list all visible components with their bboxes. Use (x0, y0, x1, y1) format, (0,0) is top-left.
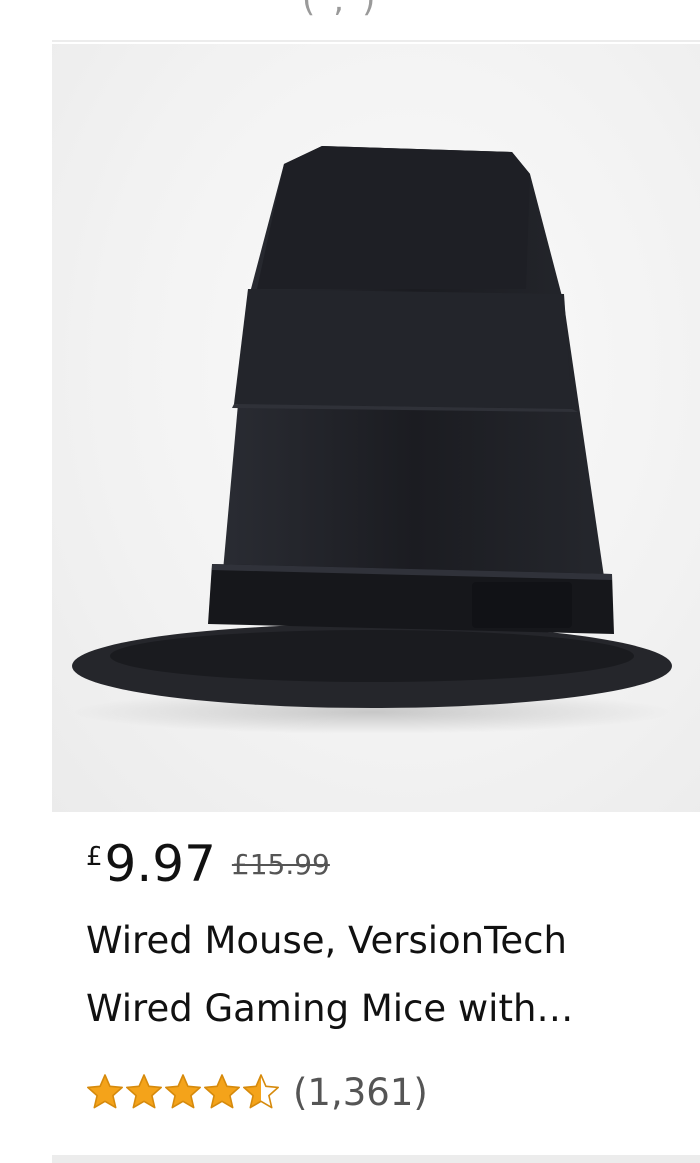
list-price: £15.99 (231, 848, 330, 881)
product-image[interactable] (52, 44, 700, 812)
previous-product-card[interactable]: (,) (52, 0, 700, 42)
star-full-icon (165, 1074, 201, 1109)
left-gutter (0, 0, 52, 1163)
price-currency: £ (86, 842, 103, 872)
product-card[interactable]: £ 9.97 £15.99 Wired Mouse, VersionTech W… (52, 44, 700, 1155)
rating-row[interactable]: (1,361) (86, 1070, 428, 1114)
star-rating[interactable] (86, 1073, 281, 1111)
previous-card-partial-text: (,) (302, 0, 394, 20)
top-hat-image (72, 146, 672, 734)
star-full-icon (204, 1074, 240, 1109)
product-title-line-2[interactable]: Wired Gaming Mice with… (86, 986, 573, 1032)
price-value: 9.97 (104, 835, 216, 893)
review-count[interactable]: (1,361) (293, 1071, 428, 1114)
star-half-icon (243, 1074, 279, 1109)
product-title-line-1[interactable]: Wired Mouse, VersionTech (86, 918, 567, 964)
card-divider (52, 1155, 700, 1163)
star-full-icon (126, 1074, 162, 1109)
star-full-icon (87, 1074, 123, 1109)
price-row: £ 9.97 £15.99 (86, 834, 330, 904)
